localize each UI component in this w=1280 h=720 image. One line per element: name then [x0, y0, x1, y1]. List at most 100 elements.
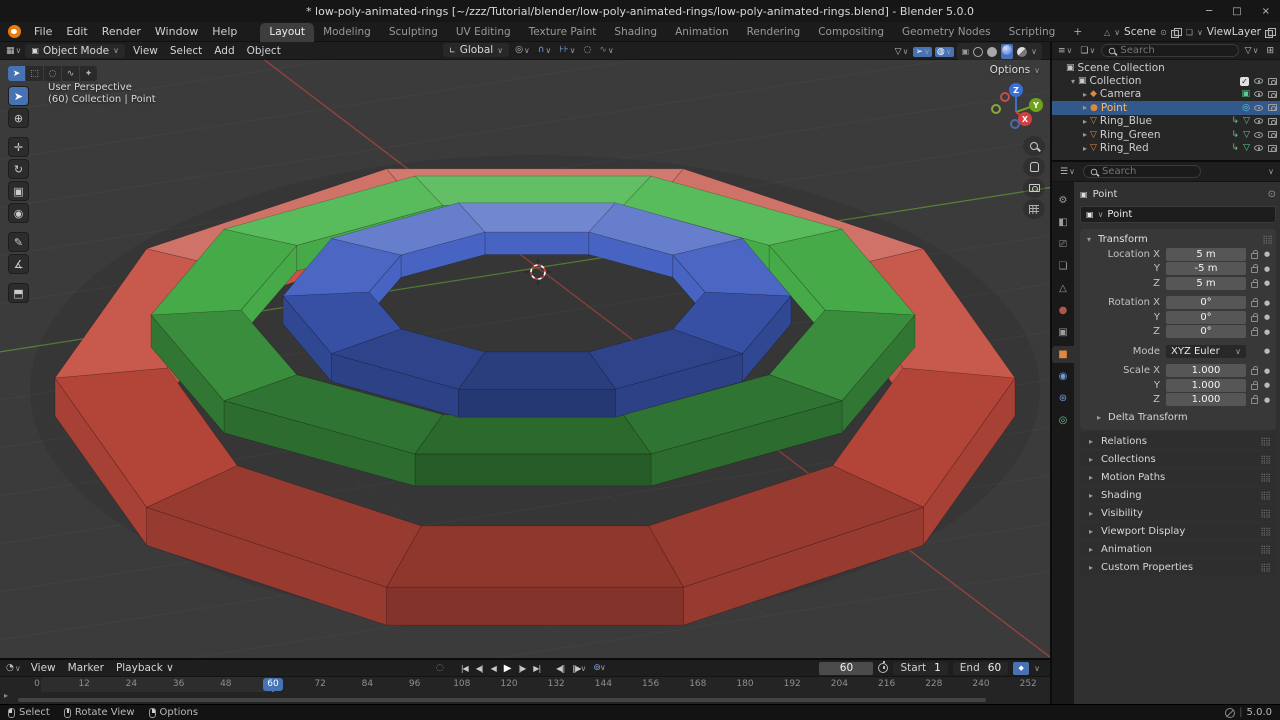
gizmo-y-axis[interactable]: Y [1029, 98, 1043, 112]
drag-handle-icon[interactable]: ⣿⣿ [1262, 235, 1272, 244]
auto-key-icon[interactable]: ◌ [433, 662, 446, 674]
pan-view-icon[interactable] [1023, 157, 1045, 177]
animate-dot-icon[interactable]: ● [1262, 299, 1272, 307]
viewlayer-selector[interactable]: ❏ ∨ ViewLayer [1186, 26, 1274, 38]
transform-panel-header[interactable]: ▾ Transform ⣿⣿ [1084, 232, 1272, 246]
camera-view-icon[interactable] [1023, 178, 1045, 198]
render-camera-icon[interactable] [1268, 104, 1277, 111]
maximize-button[interactable]: □ [1232, 6, 1241, 17]
stopwatch-icon[interactable] [878, 663, 888, 673]
transform-value-field[interactable]: 1.000 [1166, 379, 1246, 392]
properties-tab-world[interactable]: ● [1053, 302, 1073, 319]
properties-tab-output[interactable]: ⎚ [1053, 236, 1073, 253]
transform-value-field[interactable]: 0° [1166, 296, 1246, 309]
tool-select-button[interactable]: ➤ [8, 86, 29, 106]
step-back-button[interactable]: ◀‖ [553, 663, 567, 674]
drag-handle-icon[interactable]: ⣿⣿ [1260, 563, 1270, 572]
animate-dot-icon[interactable]: ● [1262, 396, 1272, 404]
transform-value-field[interactable]: 1.000 [1166, 364, 1246, 377]
blender-logo-icon[interactable] [8, 25, 21, 38]
jump-end-button[interactable]: ▶| [530, 663, 543, 674]
properties-options-icon[interactable]: ∨ [1268, 167, 1274, 176]
tab-modeling[interactable]: Modeling [314, 23, 380, 42]
menu-help[interactable]: Help [205, 23, 244, 40]
select-mode-circle-icon[interactable]: ◌ [44, 66, 61, 81]
shading-rendered-icon[interactable] [1017, 47, 1027, 57]
outliner-row-camera[interactable]: ▸◆Camera▣ [1052, 88, 1280, 101]
auto-keying-icon[interactable]: ⊚∨ [590, 662, 607, 674]
properties-tab-collection[interactable]: ▣ [1053, 324, 1073, 341]
visibility-eye-icon[interactable] [1254, 118, 1263, 124]
tool-cursor-button[interactable]: ⊕ [8, 108, 29, 128]
transform-value-field[interactable]: 5 m [1166, 248, 1246, 261]
transform-value-field[interactable]: 0° [1166, 311, 1246, 324]
object-name-field[interactable]: ▣ ∨ Point [1080, 206, 1276, 223]
outliner-row-scene-collection[interactable]: ▣Scene Collection [1052, 61, 1280, 74]
tab-shading[interactable]: Shading [605, 23, 666, 42]
snap-magnet-icon[interactable]: ∩∨ [536, 45, 553, 55]
transform-value-field[interactable]: -5 m [1166, 262, 1246, 275]
outliner-filter-obj-icon[interactable]: ❏∨ [1078, 46, 1097, 56]
shading-material-icon[interactable] [1001, 44, 1013, 59]
checkbox-icon[interactable]: ✓ [1240, 77, 1249, 86]
new-scene-icon[interactable] [1171, 28, 1180, 37]
visibility-eye-icon[interactable] [1254, 91, 1263, 97]
panel-motion-paths[interactable]: ▸Motion Paths⣿⣿ [1080, 469, 1276, 485]
keying-set-icon[interactable]: ◆ [1013, 662, 1029, 675]
properties-tab-tool[interactable]: ⚙ [1053, 192, 1073, 209]
tab-animation[interactable]: Animation [666, 23, 738, 42]
panel-custom-properties[interactable]: ▸Custom Properties⣿⣿ [1080, 559, 1276, 575]
expand-arrow-icon[interactable]: ▸ [1080, 117, 1090, 126]
viewport-menu-object[interactable]: Object [241, 44, 287, 58]
properties-tab-physics[interactable]: ◉ [1053, 368, 1073, 385]
outliner-search-input[interactable]: Search [1101, 44, 1238, 57]
expand-arrow-icon[interactable]: ▾ [1068, 77, 1078, 86]
new-collection-icon[interactable]: ⊞ [1264, 46, 1276, 56]
properties-editor-type-icon[interactable]: ☰∨ [1058, 167, 1077, 177]
lock-icon[interactable] [1251, 369, 1258, 375]
gizmo-z-axis[interactable]: Z [1009, 83, 1023, 97]
tab-uv-editing[interactable]: UV Editing [447, 23, 520, 42]
animate-dot-icon[interactable]: ● [1262, 313, 1272, 321]
properties-tab-render[interactable]: ◧ [1053, 214, 1073, 231]
properties-search-input[interactable]: Search [1083, 165, 1201, 178]
timeline-menu-marker[interactable]: Marker [62, 661, 110, 675]
properties-tab-object[interactable]: ■ [1052, 346, 1074, 363]
panel-shading[interactable]: ▸Shading⣿⣿ [1080, 487, 1276, 503]
proportional-editing-icon[interactable]: ◌ [581, 45, 593, 55]
render-camera-icon[interactable] [1268, 131, 1277, 138]
render-camera-icon[interactable] [1268, 145, 1277, 152]
timeline-ruler[interactable]: 0122436487284961081201321441561681801922… [0, 677, 1050, 692]
panel-relations[interactable]: ▸Relations⣿⣿ [1080, 433, 1276, 449]
snap-target-icon[interactable]: ⊦⊦∨ [557, 45, 577, 55]
animate-dot-icon[interactable]: ● [1262, 367, 1272, 375]
gizmo-neg-x-axis[interactable] [1000, 92, 1010, 102]
select-mode-box-icon[interactable]: ⬚ [26, 66, 43, 81]
tool-transform-button[interactable]: ◉ [8, 203, 29, 223]
frame-start-field[interactable]: Start1 [893, 662, 947, 675]
lock-icon[interactable] [1251, 301, 1258, 307]
step-forward-button[interactable]: ‖▶∨ [569, 663, 588, 674]
tab-sculpting[interactable]: Sculpting [380, 23, 447, 42]
drag-handle-icon[interactable]: ⣿⣿ [1260, 437, 1270, 446]
properties-tab-constraints[interactable]: ⊛ [1053, 390, 1073, 407]
lock-icon[interactable] [1251, 282, 1258, 288]
current-frame-field[interactable]: 60 [819, 662, 873, 675]
outliner-display-mode-icon[interactable]: ≡∨ [1056, 46, 1074, 56]
tab-compositing[interactable]: Compositing [809, 23, 893, 42]
animate-dot-icon[interactable]: ● [1262, 250, 1272, 258]
lock-icon[interactable] [1251, 253, 1258, 259]
viewport-canvas[interactable] [0, 60, 1050, 658]
play-button[interactable]: ▶ [501, 662, 514, 675]
channels-expand-icon[interactable]: ▸ [4, 691, 8, 700]
transform-value-field[interactable]: 0° [1166, 325, 1246, 338]
tool-move-button[interactable]: ✛ [8, 137, 29, 157]
animate-dot-icon[interactable]: ● [1262, 265, 1272, 273]
expand-arrow-icon[interactable]: ▸ [1080, 103, 1090, 112]
visibility-filter-icon[interactable]: ▽∨ [893, 47, 911, 57]
tool-annotate-button[interactable]: ✎ [8, 232, 29, 252]
animate-dot-icon[interactable]: ● [1262, 279, 1272, 287]
navigation-gizmo[interactable]: Z Y X [984, 78, 1048, 142]
add-workspace-button[interactable]: + [1064, 23, 1091, 42]
viewport-menu-select[interactable]: Select [164, 44, 208, 58]
